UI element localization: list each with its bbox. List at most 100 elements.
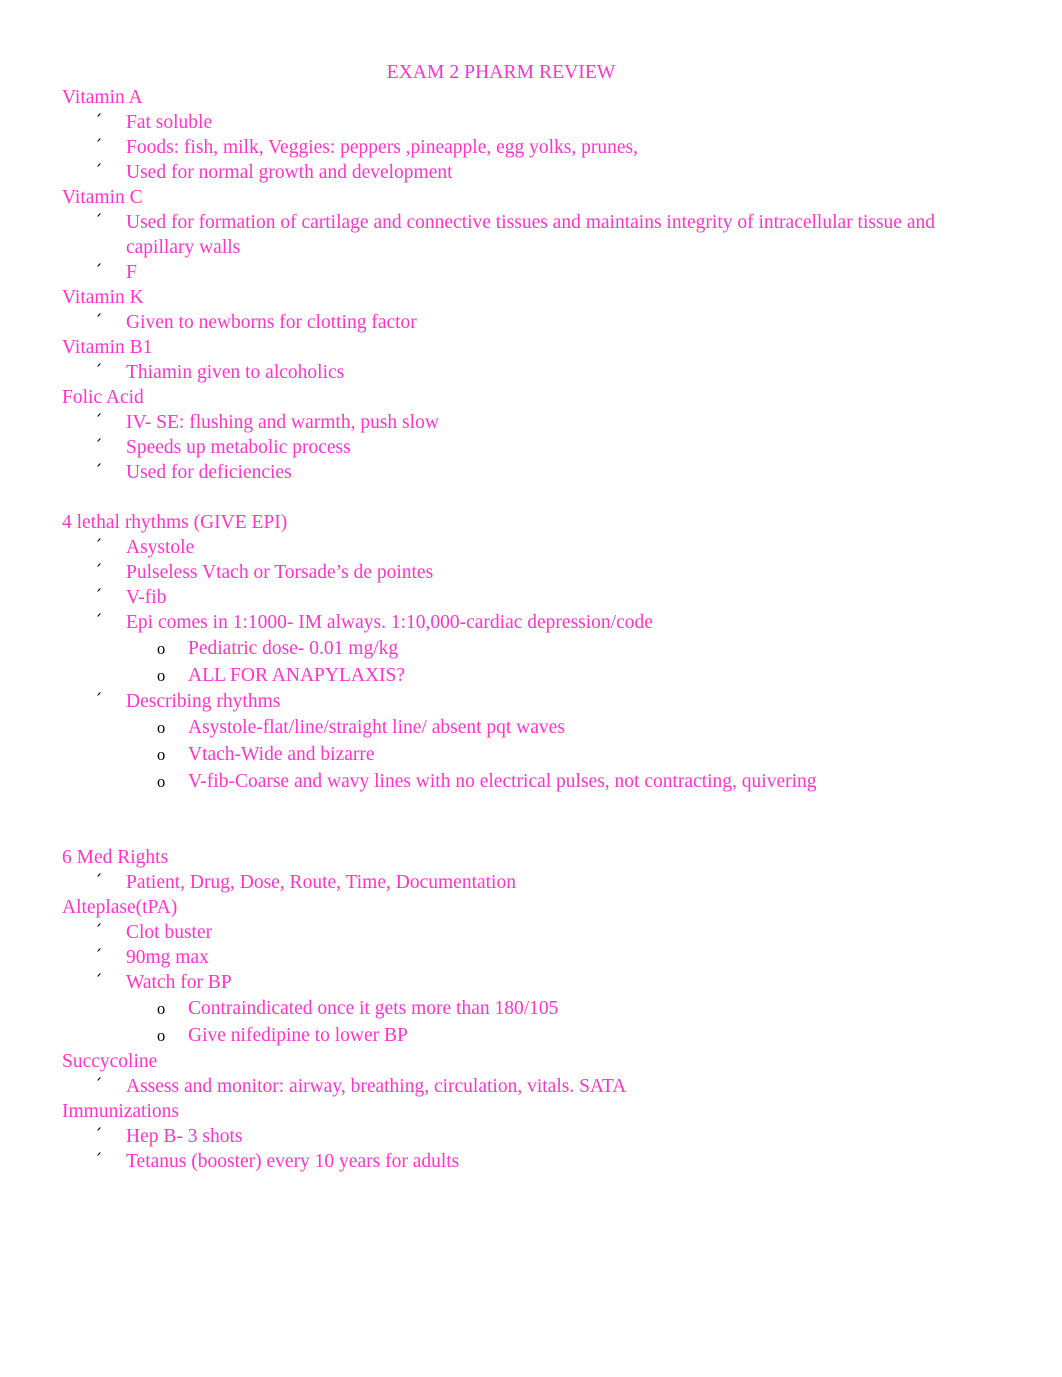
list-item-text: Describing rhythms (126, 691, 281, 712)
list-item-text: Give nifedipine to lower BP (188, 1025, 408, 1046)
list-item-text: Thiamin given to alcoholics (126, 362, 345, 383)
circle-bullet-icon: o (157, 1026, 166, 1045)
list-item: ´ Given to newborns for clotting factor (62, 310, 1000, 335)
sub-list-item: o Give nifedipine to lower BP (62, 1022, 1000, 1049)
list-item-text: Contraindicated once it gets more than 1… (188, 998, 559, 1019)
section-heading: Succycoline (62, 1051, 158, 1072)
circle-bullet-icon: o (157, 772, 166, 791)
document-content: Vitamin A ´ Fat soluble ´ Foods: fish, milk,… (62, 85, 1000, 1174)
section-heading: Vitamin B1 (62, 337, 153, 358)
tick-bullet-icon: ´ (94, 1151, 103, 1171)
list-item-text: Given to newborns for clotting factor (126, 312, 417, 333)
list-item-text: Asystole (126, 537, 195, 558)
circle-bullet-icon: o (157, 745, 166, 764)
tick-bullet-icon: ´ (94, 462, 103, 482)
list-item: ´ Patient, Drug, Dose, Route, Time, Docum… (62, 870, 1000, 895)
list-item: ´ Clot buster (62, 920, 1000, 945)
sub-list-item: o V-fib-Coarse and wavy lines with no ele… (62, 768, 1000, 795)
list-item-text: 90mg max (126, 947, 209, 968)
page-title: EXAM 2 PHARM REVIEW (386, 62, 616, 83)
list-item: ´ Asystole (62, 535, 1000, 560)
list-item: ´ Thiamin given to alcoholics (62, 360, 1000, 385)
list-item-text: Assess and monitor: airway, breathing, c… (126, 1076, 627, 1097)
tick-bullet-icon: ´ (94, 212, 103, 232)
sub-list-item: o Vtach-Wide and bizarre (62, 741, 1000, 768)
tick-bullet-icon: ´ (94, 872, 103, 892)
list-item: ´ Watch for BP (62, 970, 1000, 995)
list-item: ´ V-fib (62, 585, 1000, 610)
list-item-text: F (126, 262, 137, 283)
list-item-text: Watch for BP (126, 972, 232, 993)
section-heading: Vitamin K (62, 287, 144, 308)
list-item-text: Used for deficiencies (126, 462, 292, 483)
list-item: ´ Pulseless Vtach or Torsade’s de pointes (62, 560, 1000, 585)
list-item: ´ 90mg max (62, 945, 1000, 970)
tick-bullet-icon: ´ (94, 112, 103, 132)
list-item-text: IV- SE: flushing and warmth, push slow (126, 412, 439, 433)
sub-list-item: o Contraindicated once it gets more than … (62, 995, 1000, 1022)
tick-bullet-icon: ´ (94, 362, 103, 382)
tick-bullet-icon: ´ (94, 947, 103, 967)
list-item-text: Tetanus (booster) every 10 years for adu… (126, 1151, 460, 1172)
list-item: ´ Foods: fish, milk, Veggies: peppers ,pi… (62, 135, 1000, 160)
sub-list-item: o Pediatric dose- 0.01 mg/kg (62, 635, 1000, 662)
list-item-text: Asystole-flat/line/straight line/ absent… (188, 717, 565, 738)
list-item-text: ALL FOR ANAPYLAXIS? (188, 665, 406, 686)
tick-bullet-icon: ´ (94, 972, 103, 992)
list-item: ´ Describing rhythms (62, 689, 1000, 714)
section-heading: Vitamin A (62, 87, 143, 108)
list-item: ´ Assess and monitor: airway, breathing, … (62, 1074, 1000, 1099)
list-item-text: Epi comes in 1:1000- IM always. 1:10,000… (126, 612, 653, 633)
list-item: ´ Tetanus (booster) every 10 years for ad… (62, 1149, 1000, 1174)
list-item-text: Used for normal growth and development (126, 162, 453, 183)
tick-bullet-icon: ´ (94, 587, 103, 607)
list-item-text: Patient, Drug, Dose, Route, Time, Docume… (126, 872, 516, 893)
list-item-text: Clot buster (126, 922, 213, 943)
list-item-text: Pediatric dose- 0.01 mg/kg (188, 638, 399, 659)
section-heading: 6 Med Rights (62, 847, 169, 868)
tick-bullet-icon: ´ (94, 691, 103, 711)
tick-bullet-icon: ´ (94, 137, 103, 157)
circle-bullet-icon: o (157, 999, 166, 1018)
list-item-text: Hep B- 3 shots (126, 1126, 243, 1147)
list-item-text: Fat soluble (126, 112, 213, 133)
tick-bullet-icon: ´ (94, 1076, 103, 1096)
section-heading: Immunizations (62, 1101, 179, 1122)
list-item-text: Vtach-Wide and bizarre (188, 744, 375, 765)
list-item: ´ Epi comes in 1:1000- IM always. 1:10,00… (62, 610, 1000, 635)
list-item-text: Speeds up metabolic process (126, 437, 351, 458)
list-item: ´ Hep B- 3 shots (62, 1124, 1000, 1149)
list-item: ´ Used for deficiencies (62, 460, 1000, 485)
document-body: EXAM 2 PHARM REVIEW Vitamin A ´ Fat solubl… (0, 0, 1062, 1174)
list-item-text: Used for formation of cartilage and conn… (126, 212, 935, 258)
section-heading: Alteplase(tPA) (62, 897, 178, 918)
tick-bullet-icon: ´ (94, 437, 103, 457)
circle-bullet-icon: o (157, 666, 166, 685)
sub-list-item: o ALL FOR ANAPYLAXIS? (62, 662, 1000, 689)
tick-bullet-icon: ´ (94, 922, 103, 942)
list-item: ´ Used for normal growth and development (62, 160, 1000, 185)
tick-bullet-icon: ´ (94, 562, 103, 582)
list-item: ´ F (62, 260, 1000, 285)
list-item: ´ Used for formation of cartilage and con… (62, 210, 1000, 260)
circle-bullet-icon: o (157, 639, 166, 658)
tick-bullet-icon: ´ (94, 162, 103, 182)
list-item: ´ Fat soluble (62, 110, 1000, 135)
list-item: ´ Speeds up metabolic process (62, 435, 1000, 460)
list-item-text: V-fib (126, 587, 167, 608)
tick-bullet-icon: ´ (94, 537, 103, 557)
section-heading: Folic Acid (62, 387, 144, 408)
tick-bullet-icon: ´ (94, 312, 103, 332)
list-item-text: Foods: fish, milk, Veggies: peppers ,pin… (126, 137, 638, 158)
section-heading: 4 lethal rhythms (GIVE EPI) (62, 512, 288, 533)
document-page: EXAM 2 PHARM REVIEW Vitamin A ´ Fat solubl… (0, 0, 1062, 1377)
list-item-text: V-fib-Coarse and wavy lines with no elec… (188, 771, 817, 792)
tick-bullet-icon: ´ (94, 262, 103, 282)
sub-list-item: o Asystole-flat/line/straight line/ absen… (62, 714, 1000, 741)
list-item-text: Pulseless Vtach or Torsade’s de pointes (126, 562, 434, 583)
tick-bullet-icon: ´ (94, 412, 103, 432)
tick-bullet-icon: ´ (94, 1126, 103, 1146)
